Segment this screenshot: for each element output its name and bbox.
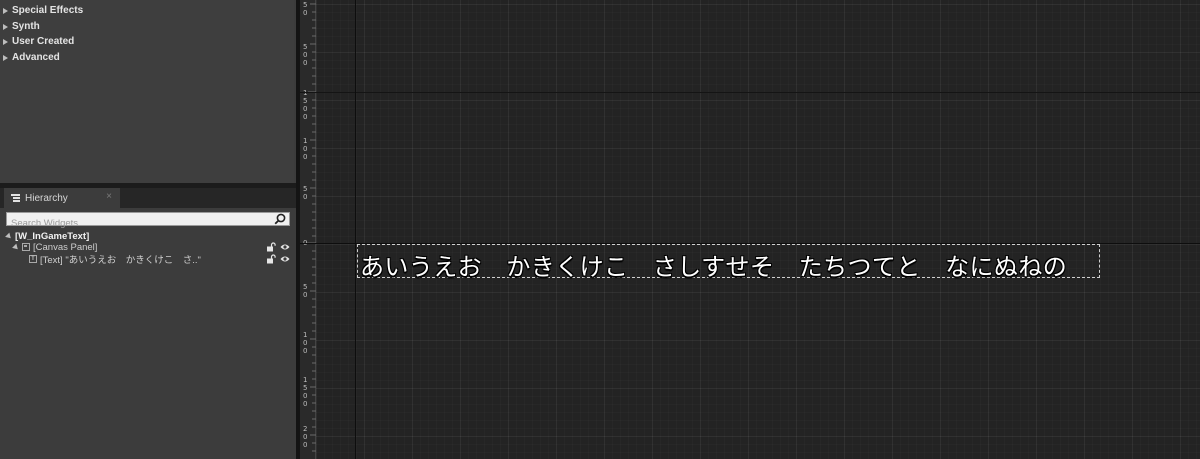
svg-text:0: 0 [303, 145, 307, 153]
tab-hierarchy-label: Hierarchy [25, 192, 68, 204]
palette-category-label: Advanced [12, 52, 60, 63]
eye-icon[interactable] [280, 255, 290, 263]
tab-hierarchy[interactable]: Hierarchy × [4, 188, 120, 208]
canvas-origin-vertical-axis [355, 0, 356, 459]
expand-arrow-icon [3, 54, 8, 61]
palette-panel: Special Effects Synth User Created Advan… [0, 0, 294, 183]
svg-text:0: 0 [303, 105, 307, 113]
tree-item-text[interactable]: T [Text] "あいうえお かきくけこ さ.." [0, 253, 296, 266]
svg-text:5: 5 [303, 97, 307, 105]
collapse-arrow-icon [12, 243, 20, 251]
grid-major-line [300, 92, 1200, 93]
tree-item-label: [Text] "あいうえお かきくけこ さ.." [40, 255, 201, 266]
collapse-arrow-icon [5, 232, 13, 240]
hierarchy-panel: [W_InGameText] [Canvas Panel] T [Text] "… [0, 208, 296, 459]
hierarchy-tab-bar: Hierarchy × [0, 188, 296, 208]
expand-arrow-icon [3, 38, 8, 45]
svg-text:5: 5 [303, 1, 307, 9]
hierarchy-icon [11, 194, 20, 202]
palette-category-label: User Created [12, 36, 75, 47]
svg-text:0: 0 [303, 347, 307, 355]
svg-text:0: 0 [303, 153, 307, 161]
svg-text:1: 1 [303, 137, 307, 145]
tree-item-label: [Canvas Panel] [33, 241, 98, 253]
svg-text:5: 5 [303, 185, 307, 193]
svg-text:0: 0 [303, 339, 307, 347]
svg-text:1: 1 [303, 89, 307, 97]
lock-icon[interactable] [266, 242, 276, 252]
palette-category-label: Synth [12, 21, 40, 32]
search-widgets-input[interactable] [7, 217, 269, 230]
canvas-panel-icon [22, 243, 30, 251]
expand-arrow-icon [3, 23, 8, 30]
tree-item-label: [W_InGameText] [15, 230, 90, 242]
designer-canvas[interactable]: 50 500 1500 100 50 0 50 100 1500 200 [300, 0, 1200, 459]
svg-text:0: 0 [303, 59, 307, 67]
svg-text:0: 0 [303, 433, 307, 441]
close-tab-icon[interactable]: × [106, 191, 112, 202]
ruler-ticks: 50 500 1500 100 50 0 50 100 1500 200 [303, 1, 316, 452]
svg-text:5: 5 [303, 283, 307, 291]
svg-text:1: 1 [303, 376, 307, 384]
palette-category-advanced[interactable]: Advanced [0, 50, 294, 65]
left-panel: Special Effects Synth User Created Advan… [0, 0, 296, 459]
expand-arrow-icon [3, 7, 8, 14]
svg-text:0: 0 [303, 9, 307, 17]
svg-text:0: 0 [303, 392, 307, 400]
palette-category-label: Special Effects [12, 5, 84, 16]
svg-text:5: 5 [303, 43, 307, 51]
svg-text:0: 0 [303, 400, 307, 408]
svg-text:5: 5 [303, 384, 307, 392]
svg-text:0: 0 [303, 291, 307, 299]
svg-text:2: 2 [303, 425, 307, 433]
svg-text:0: 0 [303, 193, 307, 201]
svg-text:1: 1 [303, 331, 307, 339]
palette-category-special-effects[interactable]: Special Effects [0, 3, 294, 18]
palette-category-synth[interactable]: Synth [0, 19, 294, 34]
designer-grid [316, 0, 1200, 459]
text-widget-content: あいうえお かきくけこ さしすせそ たちつてと なにぬねの [360, 253, 1068, 281]
eye-icon[interactable] [280, 243, 290, 251]
svg-text:0: 0 [303, 441, 307, 449]
svg-text:0: 0 [303, 113, 307, 121]
text-widget-icon: T [29, 255, 37, 263]
search-icon[interactable] [274, 213, 286, 225]
text-widget[interactable]: あいうえお かきくけこ さしすせそ たちつてと なにぬねの [357, 244, 1100, 281]
search-widgets-box [6, 212, 290, 230]
palette-category-user-created[interactable]: User Created [0, 34, 294, 49]
svg-text:0: 0 [303, 51, 307, 59]
lock-icon[interactable] [266, 254, 276, 264]
vertical-ruler: 50 500 1500 100 50 0 50 100 1500 200 [300, 0, 316, 459]
